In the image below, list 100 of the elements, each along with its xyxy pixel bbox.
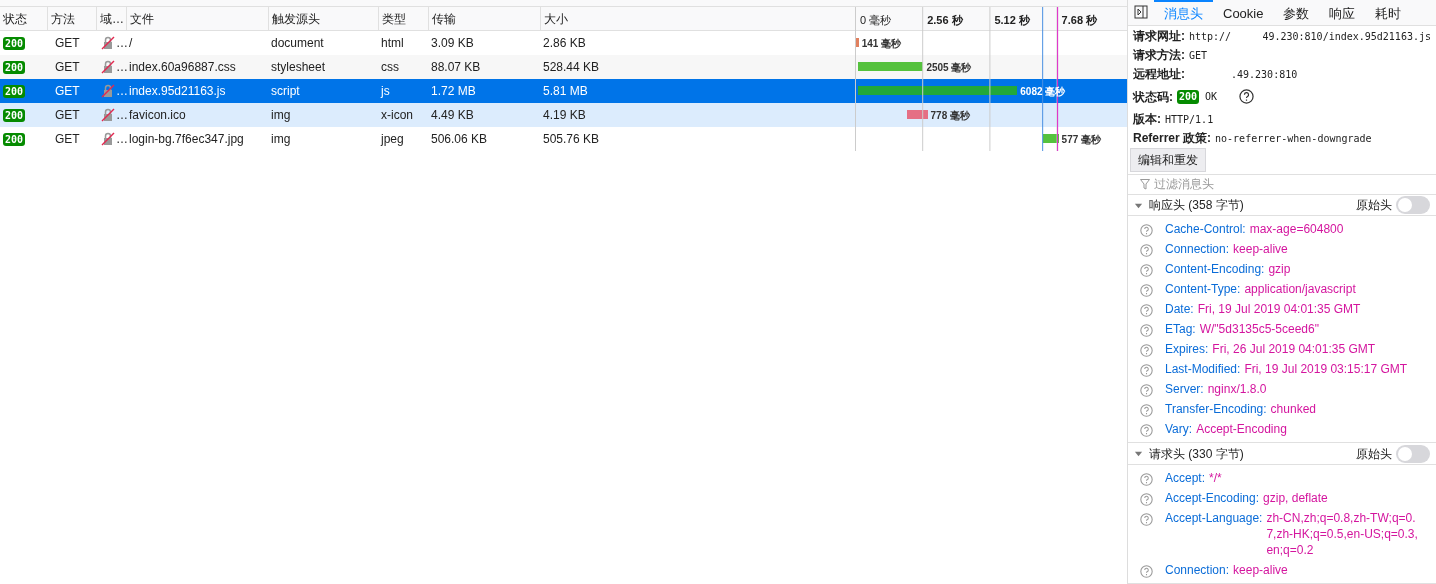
insecure-lock-icon [101,84,115,98]
column-header[interactable]: 文件 [130,9,154,28]
table-cell-text: 3.09 KB [431,35,474,52]
insecure-lock-icon [101,108,115,122]
toggle-label: 原始头 [1356,197,1392,215]
table-cell-text: favicon.ico [129,107,186,124]
timeline-tick-label: 7.68 秒 [1061,13,1098,28]
summary-value: .49.230:810 [1231,67,1298,82]
timing-label: 141 毫秒 [861,37,902,51]
header-name: Server: [1165,381,1204,398]
header-value: Fri, 26 Jul 2019 04:01:35 GMT [1212,341,1376,358]
table-cell-text: 4.19 KB [543,107,586,124]
header-value: keep-alive [1233,562,1288,578]
column-header[interactable]: 传输 [432,9,456,28]
header-value: Accept-Encoding [1196,421,1287,438]
request-row[interactable]: 200 GET …index.60a96887.css stylesheet css 88.07 KB 528.44 KB 2505 毫秒 [0,55,1127,79]
timing-bar [857,62,924,71]
column-header[interactable]: 类型 [382,9,406,28]
table-cell-text: login-bg.7f6ec347.jpg [129,131,244,148]
table-cell-text: 505.76 KB [543,131,600,148]
timing-label: 778 毫秒 [930,109,970,123]
insecure-lock-icon [101,60,115,74]
table-cell-text: … [116,35,128,52]
summary-label: 状态码: [1133,88,1173,106]
header-name: Date: [1165,301,1194,318]
header-name: Connection: [1165,562,1230,578]
panel-tab[interactable]: 参数 [1273,0,1320,25]
column-header[interactable]: 触发源头 [272,9,320,28]
table-cell-text: GET [55,107,80,124]
panel-tab[interactable]: 耗时 [1365,0,1412,25]
table-cell-text: img [271,107,291,124]
table-cell-text: html [381,35,404,52]
summary-value: no-referrer-when-downgrade [1215,131,1372,146]
header-value: gzip, deflate [1263,490,1328,506]
column-header[interactable]: 状态 [3,9,27,28]
table-cell-text: stylesheet [271,59,326,76]
table-cell-text: css [381,59,399,76]
header-value: Fri, 19 Jul 2019 04:01:35 GMT [1197,301,1361,318]
table-cell-text: GET [55,59,80,76]
summary-label: 请求方法: [1133,47,1185,65]
header-name: Connection: [1165,241,1230,258]
status-badge: 200 [3,84,26,98]
header-value: nginx/1.8.0 [1207,381,1267,398]
header-name: Vary: [1165,421,1193,438]
raw-headers-toggle[interactable] [1396,444,1430,463]
summary-label: 请求网址: [1133,28,1185,46]
filter-field[interactable]: 过滤消息头 [1154,175,1424,194]
edit-resend-button[interactable]: 编辑和重发 [1130,147,1206,172]
summary-label: 远程地址: [1133,66,1185,84]
panel-tab[interactable]: 消息头 [1154,0,1213,25]
table-cell-text: index.60a96887.css [129,59,236,76]
table-cell-text: index.95d21163.js [129,83,226,100]
header-name: Last-Modified: [1165,361,1241,378]
header-name: Expires: [1165,341,1209,358]
table-cell-text: js [381,83,390,100]
status-badge: 200 [3,36,26,50]
timing-bar [855,38,859,47]
header-name: Accept: [1165,470,1206,486]
help-icon[interactable] [1239,89,1255,105]
table-cell-text: / [129,35,133,52]
table-cell-text: … [116,107,128,124]
header-value: zh-CN,zh;q=0.8,zh-TW;q=0.7,zh-HK;q=0.5,en-US;q=0.3,en;q=0.2 [1266,510,1419,558]
column-header[interactable]: 大小 [544,9,568,28]
table-cell-text: … [116,59,128,76]
section-title[interactable]: 响应头 (358 字节) [1149,196,1356,215]
header-value: Fri, 19 Jul 2019 03:15:17 GMT [1244,361,1408,378]
timeline-tick-label: 5.12 秒 [994,13,1030,28]
table-cell-text: 528.44 KB [543,59,600,76]
column-header[interactable]: 方法 [51,9,75,28]
header-value: gzip [1268,261,1291,278]
twisty-icon[interactable] [1134,449,1143,459]
header-name: ETag: [1165,321,1196,338]
header-value: W/"5d3135c5-5ceed6" [1199,321,1319,338]
panel-tab[interactable]: Cookie [1213,0,1274,25]
sidebar-toggle-icon[interactable] [1134,5,1148,20]
status-badge: 200 [3,108,26,122]
section-title[interactable]: 请求头 (330 字节) [1149,444,1356,463]
header-name: Accept-Encoding: [1165,490,1260,506]
header-value: application/javascript [1244,281,1356,298]
table-cell-text: img [271,131,291,148]
status-badge: 200 [1177,89,1200,104]
raw-headers-toggle[interactable] [1396,196,1430,215]
timing-label: 2505 毫秒 [926,61,972,75]
table-cell-text: 1.72 MB [431,83,476,100]
toggle-label: 原始头 [1356,445,1392,463]
header-name: Content-Type: [1165,281,1241,298]
column-header[interactable]: 域… [100,9,124,28]
summary-value: 49.230:810/index.95d21163.js [1262,29,1431,44]
status-badge: 200 [3,132,26,146]
table-cell-text: x-icon [381,107,413,124]
header-name: Transfer-Encoding: [1165,401,1267,418]
header-value: */* [1209,470,1222,486]
insecure-lock-icon [101,36,115,50]
summary-value: GET [1189,48,1208,63]
header-name: Content-Encoding: [1165,261,1265,278]
panel-tab[interactable]: 响应 [1319,0,1366,25]
request-row[interactable]: 200 GET …favicon.ico img x-icon 4.49 KB 4.19 KB 778 毫秒 [0,103,1127,127]
timing-bar [907,110,928,119]
timeline-tick-label: 0 毫秒 [860,13,892,28]
timing-label: 577 毫秒 [1061,133,1102,147]
